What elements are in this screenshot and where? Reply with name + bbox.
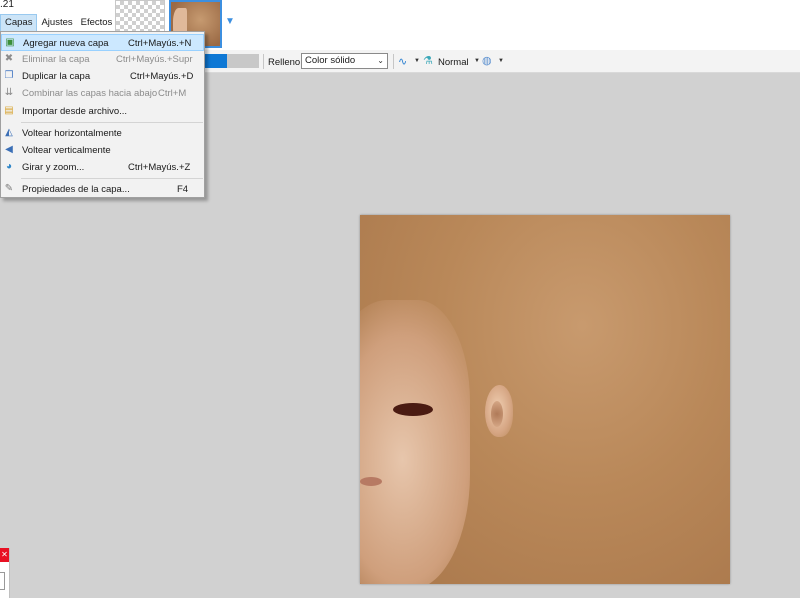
blend-mode-value[interactable]: Normal <box>438 57 469 68</box>
ear-inner <box>491 401 503 427</box>
partial-dialog-field[interactable] <box>0 572 5 590</box>
delete-layer-icon: ✖ <box>4 53 14 64</box>
toolbar-separator <box>393 54 394 69</box>
menu-item-label: Agregar nueva capa <box>23 38 109 49</box>
face-texture <box>360 300 470 584</box>
layer-properties-icon: ✎ <box>4 183 14 194</box>
menu-divider <box>21 122 203 123</box>
menu-item-duplicate-layer[interactable]: ❐ Duplicar la capa Ctrl+Mayús.+D <box>1 68 204 85</box>
menu-capas[interactable]: Capas <box>0 14 38 31</box>
menu-ajustes[interactable]: Ajustes <box>37 14 76 31</box>
curve-icon[interactable]: ∿ <box>398 55 407 68</box>
chevron-down-icon[interactable]: ▼ <box>498 58 504 64</box>
flip-horizontal-icon: ◭ <box>5 127 13 138</box>
menu-item-add-layer[interactable]: ▣ Agregar nueva capa Ctrl+Mayús.+N <box>1 34 204 51</box>
menu-item-label: Voltear horizontalmente <box>22 128 122 139</box>
menu-item-label: Girar y zoom... <box>22 162 85 173</box>
menu-item-label: Eliminar la capa <box>22 54 90 65</box>
rotate-zoom-icon: ◕ <box>5 161 13 172</box>
menu-item-shortcut: Ctrl+Mayús.+Supr <box>116 54 193 65</box>
menu-item-shortcut: Ctrl+Mayús.+D <box>130 71 194 82</box>
menu-item-layer-properties[interactable]: ✎ Propiedades de la capa... F4 <box>1 181 204 198</box>
chevron-down-icon: ⌄ <box>377 56 384 65</box>
menu-item-label: Duplicar la capa <box>22 71 91 82</box>
chevron-down-icon[interactable]: ▼ <box>414 58 420 64</box>
image-canvas[interactable] <box>360 215 730 584</box>
menu-item-import-file[interactable]: ▤ Importar desde archivo... <box>1 103 204 120</box>
flask-icon[interactable]: ⚗ <box>423 54 433 67</box>
menu-item-shortcut: Ctrl+Mayús.+N <box>128 38 192 49</box>
lips <box>360 477 382 486</box>
menu-item-flip-vertical[interactable]: ◀ Voltear verticalmente <box>1 142 204 159</box>
close-icon[interactable]: ✕ <box>0 548 9 562</box>
transparent-image-thumbnail[interactable] <box>115 0 165 34</box>
menu-bar: Capas Ajustes Efectos <box>0 14 116 31</box>
menu-item-label: Voltear verticalmente <box>22 145 111 156</box>
eye-hole <box>393 403 433 416</box>
import-file-icon: ▤ <box>4 105 14 116</box>
menu-item-label: Importar desde archivo... <box>22 106 128 117</box>
layers-menu: ▣ Agregar nueva capa Ctrl+Mayús.+N ✖ Eli… <box>0 31 205 198</box>
image-list-dropdown-icon[interactable]: ▼ <box>225 16 235 27</box>
add-layer-icon: ▣ <box>5 37 15 48</box>
chevron-down-icon[interactable]: ▼ <box>474 58 480 64</box>
toolbar-separator <box>263 54 264 69</box>
color-swatch[interactable] <box>203 54 259 68</box>
globe-icon[interactable]: ◍ <box>482 54 492 67</box>
menu-item-shortcut: F4 <box>177 184 189 195</box>
menu-item-flip-horizontal[interactable]: ◭ Voltear horizontalmente <box>1 125 204 142</box>
primary-color-fill <box>203 54 227 68</box>
fill-select[interactable]: Color sólido ⌄ <box>301 53 388 69</box>
menu-item-delete-layer[interactable]: ✖ Eliminar la capa Ctrl+Mayús.+Supr <box>1 51 204 68</box>
menu-item-label: Combinar las capas hacia abajo <box>22 88 158 99</box>
menu-item-shortcut: Ctrl+M <box>158 88 187 99</box>
flip-vertical-icon: ◀ <box>5 144 13 155</box>
fill-label: Relleno: <box>268 57 303 68</box>
menu-item-shortcut: Ctrl+Mayús.+Z <box>128 162 191 173</box>
menu-item-merge-down[interactable]: ⇊ Combinar las capas hacia abajo Ctrl+M <box>1 85 204 102</box>
menu-item-label: Propiedades de la capa... <box>22 184 130 195</box>
menu-item-rotate-zoom[interactable]: ◕ Girar y zoom... Ctrl+Mayús.+Z <box>1 159 204 176</box>
merge-down-icon: ⇊ <box>4 87 14 98</box>
menu-divider <box>21 178 203 179</box>
version-label: .21 <box>0 0 14 10</box>
fill-select-value: Color sólido <box>305 55 356 66</box>
duplicate-layer-icon: ❐ <box>4 70 14 81</box>
menu-efectos[interactable]: Efectos <box>77 14 117 31</box>
